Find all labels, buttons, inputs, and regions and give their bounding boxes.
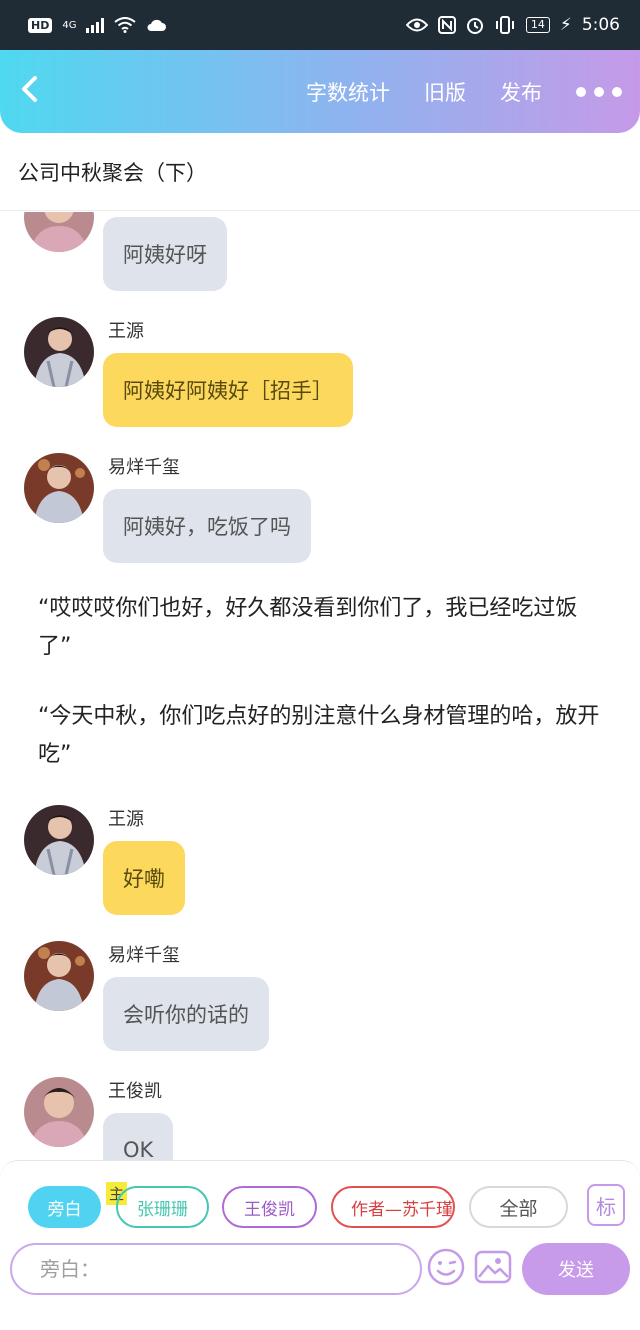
role-chip-zhang-shanshan[interactable]: 张珊珊: [116, 1186, 209, 1228]
word-count-button[interactable]: 字数统计: [306, 77, 390, 107]
avatar-yi-yangqianxi[interactable]: [24, 941, 94, 1011]
avatar-wang-yuan[interactable]: [24, 805, 94, 875]
avatar-wang-yuan[interactable]: [24, 317, 94, 387]
network-type: 4G: [62, 19, 77, 31]
speaker-name: 王源: [108, 809, 144, 830]
image-button[interactable]: [473, 1247, 513, 1287]
message-bubble[interactable]: 好嘞: [103, 841, 185, 915]
image-icon: [474, 1250, 512, 1284]
back-button[interactable]: [20, 75, 60, 109]
message-bubble[interactable]: 阿姨好阿姨好［招手］: [103, 353, 353, 427]
mark-button[interactable]: 标: [587, 1184, 625, 1226]
message-bubble[interactable]: OK: [103, 1113, 174, 1160]
avatar-wang-junkai[interactable]: [24, 212, 94, 252]
role-chip-narrator[interactable]: 旁白: [28, 1186, 101, 1228]
vibrate-icon: [495, 16, 514, 34]
chapter-title[interactable]: 公司中秋聚会（下）: [0, 133, 640, 211]
message-bubble[interactable]: 阿姨好呀: [103, 217, 227, 291]
speaker-name: 王俊凯: [108, 1081, 162, 1102]
more-dots-icon[interactable]: [576, 86, 622, 97]
speaker-name: 易烊千玺: [108, 945, 180, 966]
narration-text[interactable]: “哎哎哎你们也好，好久都没看到你们了，我已经吃过饭了”: [38, 590, 610, 666]
narration-text[interactable]: “今天中秋，你们吃点好的别注意什么身材管理的哈，放开吃”: [38, 698, 610, 774]
wifi-icon: [114, 17, 137, 33]
clock: 5:06: [581, 15, 620, 35]
message-bubble[interactable]: 阿姨好，吃饭了吗: [103, 489, 311, 563]
avatar-wang-junkai[interactable]: [24, 1077, 94, 1147]
nfc-icon: [437, 16, 456, 34]
chat-area[interactable]: 阿姨好呀 王源 阿姨好阿姨好［招手］ 易烊千玺 阿姨好，吃饭了吗 “哎哎哎你们也…: [0, 212, 640, 1160]
message-bubble[interactable]: 会听你的话的: [103, 977, 269, 1051]
cloud-icon: [147, 19, 167, 31]
emoji-button[interactable]: [426, 1247, 466, 1287]
charging-icon: ⚡: [559, 15, 572, 35]
speaker-name: 王源: [108, 321, 144, 342]
emoji-smile-icon: [427, 1248, 465, 1286]
alarm-icon: [466, 18, 483, 34]
role-chip-wang-junkai[interactable]: 王俊凯: [222, 1186, 317, 1228]
avatar-yi-yangqianxi[interactable]: [24, 453, 94, 523]
message-input[interactable]: [10, 1243, 422, 1295]
speaker-name: 易烊千玺: [108, 457, 180, 478]
send-button[interactable]: 发送: [522, 1243, 630, 1295]
role-selector: 旁白 主 张珊珊 王俊凯 作者—苏千瑾 全部 标: [0, 1182, 640, 1230]
status-bar: HD 4G 14 ⚡ 5:06: [0, 0, 640, 50]
publish-button[interactable]: 发布: [500, 77, 542, 107]
hd-indicator: HD: [28, 17, 53, 33]
chevron-left-icon: [22, 75, 37, 102]
signal-icon: [86, 17, 105, 33]
battery-level: 14: [525, 17, 550, 33]
old-version-button[interactable]: 旧版: [424, 77, 466, 107]
composer-panel: 旁白 主 张珊珊 王俊凯 作者—苏千瑾 全部 标 发送: [0, 1160, 640, 1330]
role-chip-all[interactable]: 全部: [469, 1186, 568, 1228]
app-header: 字数统计 旧版 发布: [0, 50, 640, 133]
eye-icon: [405, 18, 428, 32]
role-chip-author[interactable]: 作者—苏千瑾: [331, 1186, 455, 1228]
